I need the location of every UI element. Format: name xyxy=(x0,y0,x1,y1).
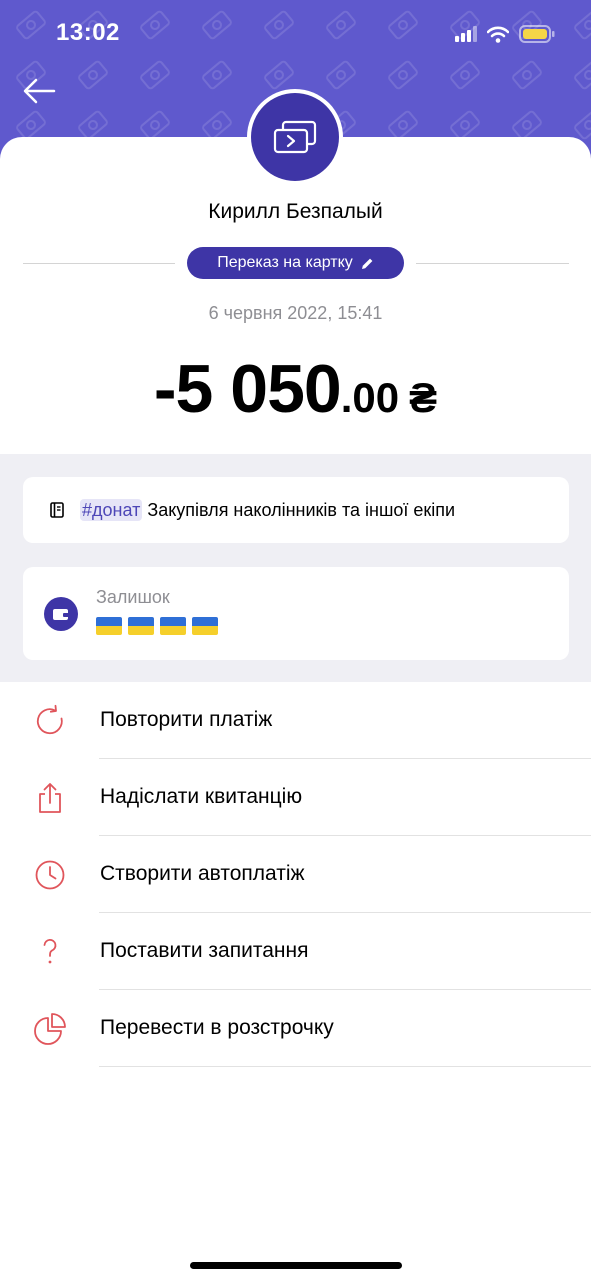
actions-list: Повторити платіж Надіслати квитанцію Ств… xyxy=(0,682,591,1067)
transaction-date: 6 червня 2022, 15:41 xyxy=(208,303,383,323)
action-ask-question[interactable]: Поставити запитання xyxy=(0,913,591,990)
action-label: Перевести в розстрочку xyxy=(100,1016,334,1039)
divider-right xyxy=(416,263,569,264)
battery-icon xyxy=(519,25,555,43)
action-send-receipt[interactable]: Надіслати квитанцію xyxy=(0,759,591,836)
comment-card[interactable]: #донат Закупівля наколінників та іншої е… xyxy=(23,477,569,543)
transfer-avatar xyxy=(251,93,339,181)
card-transfer-icon xyxy=(273,120,317,154)
repeat-icon xyxy=(36,704,63,735)
action-label: Повторити платіж xyxy=(100,708,273,731)
cellular-signal-icon xyxy=(455,26,477,42)
pie-chart-icon xyxy=(34,1013,66,1045)
action-installment[interactable]: Перевести в розстрочку xyxy=(0,990,591,1067)
notebook-icon xyxy=(50,502,64,518)
ukraine-flag-icon xyxy=(160,617,186,635)
ukraine-flag-icon xyxy=(96,617,122,635)
share-icon xyxy=(39,783,61,813)
ukraine-flag-icon xyxy=(128,617,154,635)
action-repeat-payment[interactable]: Повторити платіж xyxy=(0,682,591,759)
pencil-icon xyxy=(361,258,373,269)
action-label: Надіслати квитанцію xyxy=(100,785,303,808)
amount-cents: .00 xyxy=(340,374,400,421)
separator xyxy=(99,1066,591,1067)
action-create-autopayment[interactable]: Створити автоплатіж xyxy=(0,836,591,913)
category-pill[interactable]: Переказ на картку xyxy=(187,247,404,279)
wifi-icon xyxy=(487,26,509,43)
question-icon xyxy=(43,939,57,964)
action-label: Створити автоплатіж xyxy=(100,862,305,885)
status-icons xyxy=(455,22,555,46)
transaction-amount: -5 050.00 ₴ xyxy=(0,350,591,428)
comment-tag[interactable]: #донат xyxy=(80,498,143,521)
back-arrow-icon[interactable] xyxy=(20,72,60,112)
ukraine-flag-icon xyxy=(192,617,218,635)
amount-main: -5 050 xyxy=(153,351,342,427)
balance-flags xyxy=(96,617,218,635)
wallet-icon xyxy=(44,597,78,631)
category-label: Переказ на картку xyxy=(217,254,353,271)
balance-card: Залишок xyxy=(23,567,569,660)
divider-left xyxy=(23,263,175,264)
comment-body: Закупівля наколінників та іншої екіпи xyxy=(142,499,456,520)
clock-icon xyxy=(35,860,65,890)
recipient-name: Кирилл Безпалый xyxy=(208,200,383,223)
home-indicator[interactable] xyxy=(190,1262,402,1269)
currency-symbol: ₴ xyxy=(409,374,438,421)
status-time: 13:02 xyxy=(56,19,120,46)
comment-text: #донат Закупівля наколінників та іншої е… xyxy=(80,498,456,521)
balance-label: Залишок xyxy=(96,587,170,607)
action-label: Поставити запитання xyxy=(100,939,309,962)
